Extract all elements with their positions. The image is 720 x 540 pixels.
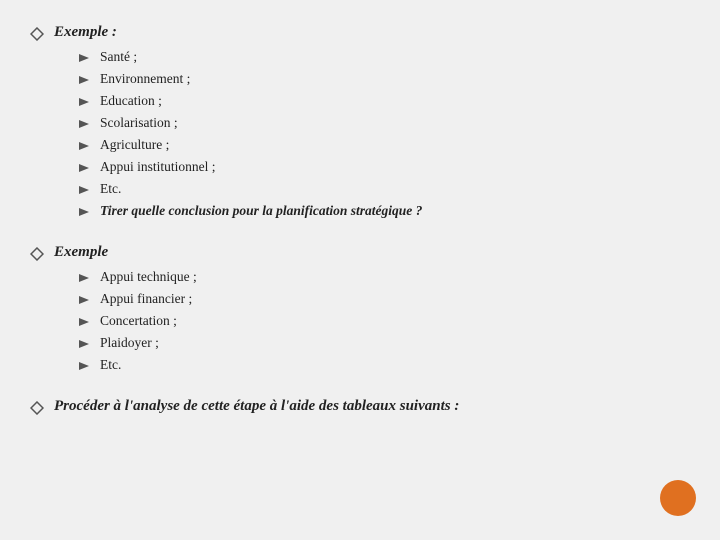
list-item-text: Plaidoyer ; xyxy=(100,335,159,351)
list-item: Etc. xyxy=(78,357,680,376)
sublist-2: Appui technique ; Appui financier ; Conc… xyxy=(78,269,680,376)
diamond-icon-1 xyxy=(30,27,44,41)
list-item-text: Concertation ; xyxy=(100,313,177,329)
list-item-text: Environnement ; xyxy=(100,71,190,87)
arrow-bullet-icon xyxy=(78,316,92,332)
arrow-bullet-icon xyxy=(78,184,92,200)
arrow-bullet-icon xyxy=(78,118,92,134)
diamond-icon-3 xyxy=(30,401,44,415)
list-item: Santé ; xyxy=(78,49,680,68)
page: Exemple : Santé ; Environnement ; Educat… xyxy=(0,0,720,540)
list-item-text: Appui financier ; xyxy=(100,291,192,307)
list-item-text: Tirer quelle conclusion pour la planific… xyxy=(100,203,422,219)
list-item-text: Agriculture ; xyxy=(100,137,169,153)
list-item-text: Etc. xyxy=(100,181,121,197)
arrow-bullet-icon xyxy=(78,338,92,354)
section-title-2: Exemple xyxy=(54,244,108,261)
list-item: Appui financier ; xyxy=(78,291,680,310)
bottom-text: Procéder à l'analyse de cette étape à l'… xyxy=(54,398,459,415)
arrow-bullet-icon xyxy=(78,96,92,112)
orange-circle-decoration xyxy=(660,480,696,516)
list-item-text: Scolarisation ; xyxy=(100,115,178,131)
list-item: Agriculture ; xyxy=(78,137,680,156)
section-title-1: Exemple : xyxy=(54,24,117,41)
section-header-1: Exemple : xyxy=(30,24,680,41)
list-item-text: Appui institutionnel ; xyxy=(100,159,216,175)
list-item: Environnement ; xyxy=(78,71,680,90)
sublist-1: Santé ; Environnement ; Education ; Scol… xyxy=(78,49,680,222)
diamond-icon-2 xyxy=(30,247,44,261)
section-exemple1: Exemple : Santé ; Environnement ; Educat… xyxy=(30,24,680,222)
list-item: Plaidoyer ; xyxy=(78,335,680,354)
list-item-text: Appui technique ; xyxy=(100,269,197,285)
arrow-bullet-icon xyxy=(78,206,92,222)
arrow-bullet-icon xyxy=(78,294,92,310)
list-item: Appui technique ; xyxy=(78,269,680,288)
arrow-bullet-icon xyxy=(78,360,92,376)
list-item: Concertation ; xyxy=(78,313,680,332)
list-item-text: Etc. xyxy=(100,357,121,373)
list-item: Appui institutionnel ; xyxy=(78,159,680,178)
bottom-section: Procéder à l'analyse de cette étape à l'… xyxy=(30,398,680,415)
list-item: Tirer quelle conclusion pour la planific… xyxy=(78,203,680,222)
section-exemple2: Exemple Appui technique ; Appui financie… xyxy=(30,244,680,376)
arrow-bullet-icon xyxy=(78,74,92,90)
arrow-bullet-icon xyxy=(78,140,92,156)
list-item: Education ; xyxy=(78,93,680,112)
list-item-text: Santé ; xyxy=(100,49,137,65)
arrow-bullet-icon xyxy=(78,272,92,288)
arrow-bullet-icon xyxy=(78,162,92,178)
list-item: Scolarisation ; xyxy=(78,115,680,134)
arrow-bullet-icon xyxy=(78,52,92,68)
list-item-text: Education ; xyxy=(100,93,162,109)
section-header-2: Exemple xyxy=(30,244,680,261)
list-item: Etc. xyxy=(78,181,680,200)
